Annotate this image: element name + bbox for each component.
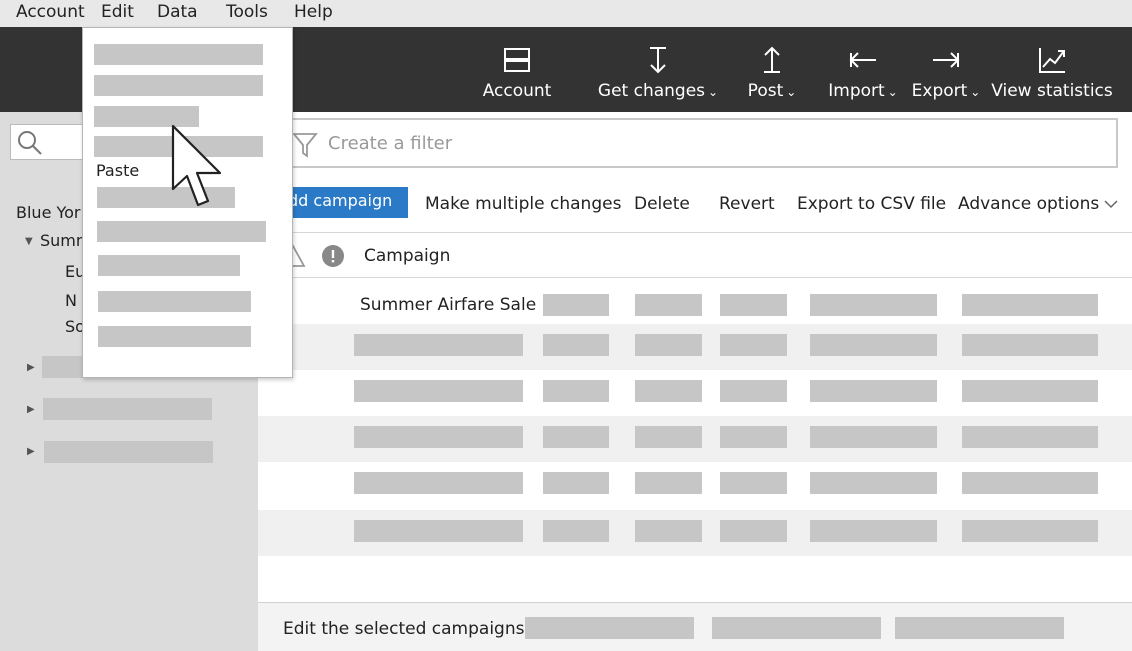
- make-multiple-changes-button[interactable]: Make multiple changes: [425, 194, 621, 214]
- menu-account[interactable]: Account: [16, 2, 85, 22]
- view-statistics-label: View statistics: [991, 81, 1113, 101]
- column-header-campaign[interactable]: Campaign: [364, 246, 450, 266]
- layout-icon: [504, 48, 530, 72]
- get-changes-button[interactable]: Get changes ⌄: [597, 27, 719, 112]
- upload-arrow-icon: [764, 46, 780, 73]
- menu-item-placeholder[interactable]: [94, 44, 263, 65]
- account-button[interactable]: Account: [482, 27, 552, 112]
- menu-item-placeholder[interactable]: [94, 75, 263, 96]
- table-row[interactable]: [258, 324, 1132, 370]
- menu-item-placeholder[interactable]: [98, 291, 251, 312]
- menu-help[interactable]: Help: [294, 2, 333, 22]
- account-button-label: Account: [482, 81, 552, 101]
- menu-item-paste[interactable]: Paste: [96, 161, 139, 180]
- download-arrow-icon: [650, 47, 666, 74]
- collapsed-triangle-icon[interactable]: ▶: [27, 446, 35, 457]
- table-row[interactable]: [258, 370, 1132, 416]
- add-campaign-button[interactable]: dd campaign: [276, 187, 408, 218]
- tree-account-name[interactable]: Blue Yor: [16, 203, 81, 222]
- post-label: Post: [747, 81, 784, 101]
- chevron-down-icon: ⌄: [970, 85, 981, 99]
- alert-circle-icon: [322, 245, 344, 267]
- view-statistics-button[interactable]: View statistics: [991, 27, 1113, 112]
- filter-placeholder: Create a filter: [328, 133, 453, 154]
- advance-options-button[interactable]: Advance options: [958, 194, 1118, 214]
- menu-tools[interactable]: Tools: [226, 2, 268, 22]
- chevron-down-icon: ⌄: [887, 85, 898, 99]
- import-label: Import: [828, 81, 885, 101]
- table-row[interactable]: Summer Airfare Sale: [258, 282, 1132, 328]
- tree-child-2[interactable]: N: [65, 291, 77, 310]
- delete-button[interactable]: Delete: [634, 194, 690, 214]
- import-button[interactable]: Import ⌄: [826, 27, 900, 112]
- menu-item-placeholder[interactable]: [98, 255, 240, 276]
- expanded-triangle-icon[interactable]: ▼: [25, 236, 33, 247]
- chevron-down-icon: ⌄: [786, 85, 797, 99]
- footer-label: Edit the selected campaigns: [283, 619, 525, 639]
- footer-bar: Edit the selected campaigns: [258, 602, 1132, 651]
- revert-button[interactable]: Revert: [719, 194, 775, 214]
- filter-funnel-icon: [292, 133, 318, 158]
- table-header: Campaign: [258, 232, 1132, 278]
- search-icon: [18, 131, 42, 155]
- menu-edit[interactable]: Edit: [101, 2, 134, 22]
- export-csv-button[interactable]: Export to CSV file: [797, 194, 946, 214]
- row-campaign-name[interactable]: Summer Airfare Sale: [360, 295, 536, 315]
- menu-bar: Account Edit Data Tools Help: [0, 0, 1132, 27]
- advance-options-label: Advance options: [958, 194, 1100, 214]
- mouse-cursor-icon: [171, 124, 222, 207]
- chevron-down-icon: ⌄: [708, 85, 719, 99]
- filter-input[interactable]: Create a filter: [282, 118, 1118, 168]
- tree-item-placeholder[interactable]: [44, 441, 213, 463]
- arrow-left-icon: [849, 52, 876, 68]
- post-button[interactable]: Post ⌄: [745, 27, 799, 112]
- menu-data[interactable]: Data: [157, 2, 198, 22]
- table-row[interactable]: [258, 462, 1132, 508]
- table-row[interactable]: [258, 510, 1132, 556]
- get-changes-label: Get changes: [597, 81, 706, 101]
- chart-line-icon: [1039, 48, 1065, 73]
- sidebar-search-input[interactable]: [10, 124, 84, 160]
- export-label: Export: [911, 81, 968, 101]
- arrow-right-icon: [933, 52, 960, 68]
- collapsed-triangle-icon[interactable]: ▶: [27, 404, 35, 415]
- chevron-down-icon: [1104, 200, 1118, 209]
- export-button[interactable]: Export ⌄: [910, 27, 982, 112]
- tree-item-placeholder[interactable]: [43, 398, 212, 420]
- collapsed-triangle-icon[interactable]: ▶: [27, 362, 35, 373]
- table-row[interactable]: [258, 416, 1132, 462]
- menu-item-placeholder[interactable]: [98, 326, 251, 347]
- menu-item-placeholder[interactable]: [97, 221, 266, 242]
